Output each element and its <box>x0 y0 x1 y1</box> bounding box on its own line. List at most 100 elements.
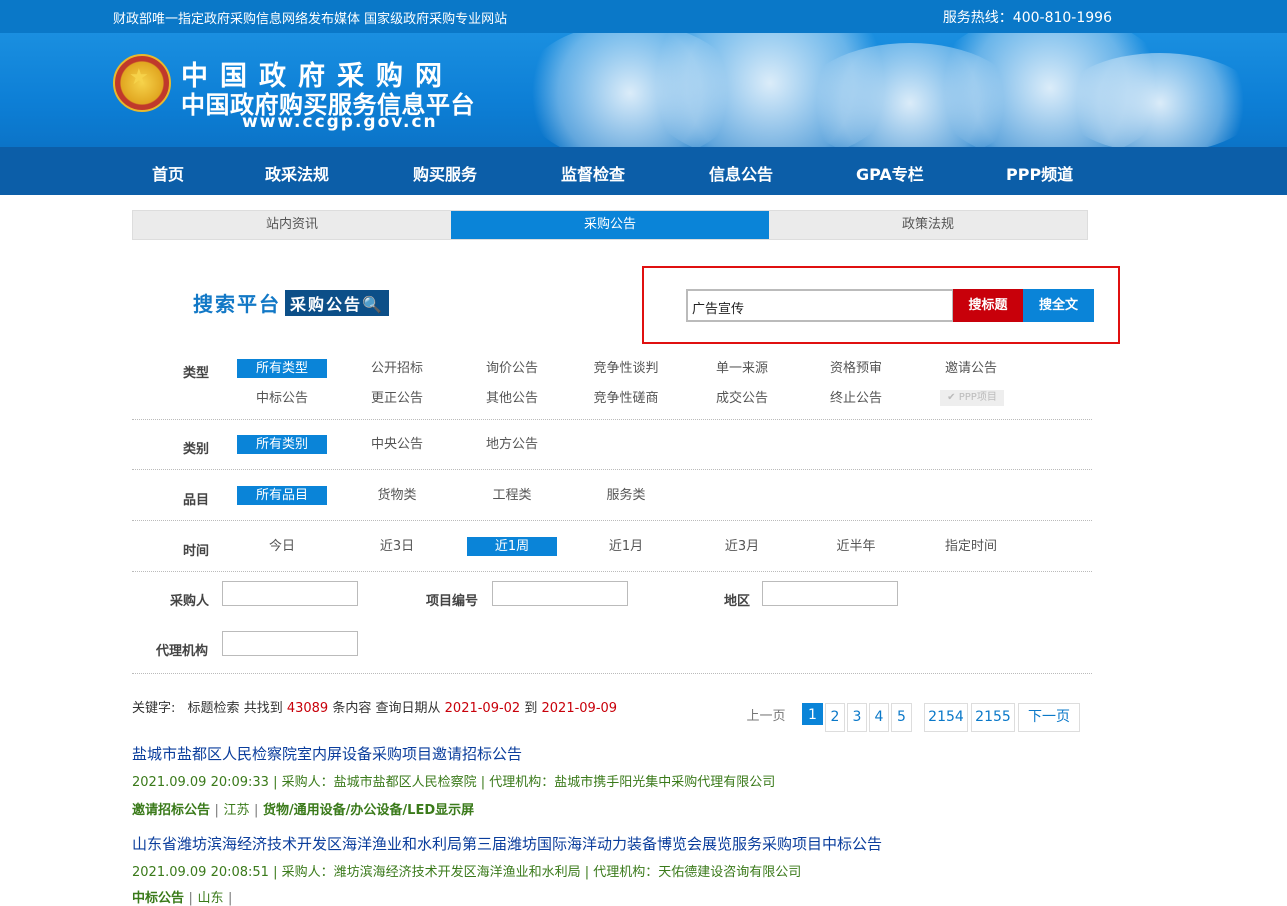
result-title-link[interactable]: 山东省潍坊滨海经济技术开发区海洋渔业和水利局第三届潍坊国际海洋动力装备博览会展览… <box>132 833 882 854</box>
agency-label: 代理机构 <box>156 644 209 659</box>
keyword-label: 关键字: <box>132 701 176 716</box>
date-from: 2021-09-02 <box>444 701 521 716</box>
filter-category-label: 类别 <box>183 442 210 457</box>
result-meta: 2021.09.09 20:08:51 | 采购人：潍坊滨海经济技术开发区海洋渔… <box>132 865 802 880</box>
date-to: 2021-09-09 <box>541 701 618 716</box>
filter-type-ppp-checkbox[interactable]: ✔ PPP项目 <box>940 390 1004 406</box>
search-mode: 标题检索 <box>187 701 240 716</box>
filter-time-1week[interactable]: 近1周 <box>467 537 557 556</box>
buyer-label: 采购人 <box>170 594 210 609</box>
tab-site-news[interactable]: 站内资讯 <box>133 211 451 239</box>
search-input[interactable]: 广告宣传 <box>686 289 954 322</box>
site-slogan: 财政部唯一指定政府采购信息网络发布媒体 国家级政府采购专业网站 <box>113 12 508 27</box>
next-page-button[interactable]: 下一页 <box>1018 703 1080 732</box>
filter-item-services[interactable]: 服务类 <box>581 486 671 505</box>
filter-type-prequalification[interactable]: 资格预审 <box>811 359 901 378</box>
prev-page-button[interactable]: 上一页 <box>738 703 794 732</box>
tab-policies[interactable]: 政策法规 <box>769 211 1087 239</box>
found-prefix: 共找到 <box>243 701 283 716</box>
top-bar: 财政部唯一指定政府采购信息网络发布媒体 国家级政府采购专业网站 服务热线：400… <box>0 0 1287 33</box>
search-scope-tabs: 站内资讯 采购公告 政策法规 <box>132 210 1088 240</box>
page-button[interactable]: 2154 <box>924 703 968 732</box>
page-button[interactable]: 5 <box>891 703 912 732</box>
agency-input[interactable] <box>222 631 358 656</box>
filter-type-termination[interactable]: 终止公告 <box>811 389 901 408</box>
header-banner: ★ 中国政府采购网 中国政府购买服务信息平台 www.ccgp.gov.cn <box>0 33 1287 147</box>
filter-time-today[interactable]: 今日 <box>237 537 327 556</box>
nav-item-regulations[interactable]: 政采法规 <box>265 161 329 185</box>
filter-category-central[interactable]: 中央公告 <box>352 435 442 454</box>
filter-type-correction[interactable]: 更正公告 <box>352 389 442 408</box>
filter-type-label: 类型 <box>183 366 210 381</box>
national-emblem-icon: ★ <box>113 54 171 112</box>
filter-type-other[interactable]: 其他公告 <box>467 389 557 408</box>
logo-url: www.ccgp.gov.cn <box>242 112 438 132</box>
filter-item-label: 品目 <box>183 493 210 508</box>
search-title-button[interactable]: 搜标题 <box>953 289 1023 322</box>
filter-time-1month[interactable]: 近1月 <box>581 537 671 556</box>
tab-procurement-notices[interactable]: 采购公告 <box>451 211 769 239</box>
filter-type-inquiry[interactable]: 询价公告 <box>467 359 557 378</box>
filter-type-single-source[interactable]: 单一来源 <box>697 359 787 378</box>
date-to-label: 到 <box>524 701 538 716</box>
search-stats: 关键字: 标题检索 共找到 43089 条内容 查询日期从 2021-09-02… <box>132 697 617 716</box>
result-tags: 邀请招标公告 | 江苏 | 货物/通用设备/办公设备/LED显示屏 <box>132 803 475 818</box>
project-number-label: 项目编号 <box>426 594 479 609</box>
date-prefix: 查询日期从 <box>375 701 441 716</box>
page-button[interactable]: 1 <box>802 703 823 725</box>
result-region-tag: 山东 <box>197 891 224 906</box>
filter-type-invitation[interactable]: 邀请公告 <box>926 359 1016 378</box>
magnifier-icon: 🔍 <box>362 294 384 314</box>
service-hotline: 服务热线：400-810-1996 <box>942 10 1112 26</box>
filter-time-custom[interactable]: 指定时间 <box>926 537 1016 556</box>
filter-item-all[interactable]: 所有品目 <box>237 486 327 505</box>
main-nav: 首页 政采法规 购买服务 监督检查 信息公告 GPA专栏 PPP频道 <box>0 147 1287 195</box>
filter-divider <box>132 520 1092 521</box>
search-platform-title: 搜索平台 <box>193 292 281 316</box>
filter-type-competitive-negotiation[interactable]: 竞争性谈判 <box>581 359 671 378</box>
filter-type-all[interactable]: 所有类型 <box>237 359 327 378</box>
filter-type-competitive-consultation[interactable]: 竞争性磋商 <box>581 389 671 408</box>
nav-item-ppp[interactable]: PPP频道 <box>1006 161 1073 185</box>
region-label: 地区 <box>724 594 751 609</box>
result-count: 43089 <box>286 701 329 716</box>
filter-type-open-tender[interactable]: 公开招标 <box>352 359 442 378</box>
result-tags: 中标公告 | 山东 | <box>132 891 233 906</box>
nav-item-purchase-service[interactable]: 购买服务 <box>413 161 477 185</box>
region-input[interactable] <box>762 581 898 606</box>
result-type-tag: 中标公告 <box>132 891 185 906</box>
search-fulltext-button[interactable]: 搜全文 <box>1023 289 1094 322</box>
filter-time-half-year[interactable]: 近半年 <box>811 537 901 556</box>
found-suffix: 条内容 <box>332 701 372 716</box>
filter-category-local[interactable]: 地方公告 <box>467 435 557 454</box>
filter-item-goods[interactable]: 货物类 <box>352 486 442 505</box>
filter-item-engineering[interactable]: 工程类 <box>467 486 557 505</box>
filter-type-deal[interactable]: 成交公告 <box>697 389 787 408</box>
search-platform-badge: 采购公告🔍 <box>285 289 389 316</box>
filter-divider <box>132 419 1092 420</box>
page-button[interactable]: 2155 <box>971 703 1015 732</box>
page-button[interactable]: 4 <box>869 703 889 732</box>
nav-item-announcements[interactable]: 信息公告 <box>709 161 773 185</box>
page-button[interactable]: 2 <box>825 703 845 732</box>
nav-item-home[interactable]: 首页 <box>152 161 184 185</box>
result-region-tag: 江苏 <box>223 803 250 818</box>
search-platform-logo: 搜索平台 采购公告🔍 <box>193 288 389 317</box>
project-number-input[interactable] <box>492 581 628 606</box>
filter-category-all[interactable]: 所有类别 <box>237 435 327 454</box>
nav-item-supervision[interactable]: 监督检查 <box>561 161 625 185</box>
filter-divider <box>132 469 1092 470</box>
filter-time-3days[interactable]: 近3日 <box>352 537 442 556</box>
nav-item-gpa[interactable]: GPA专栏 <box>856 161 924 185</box>
filter-time-label: 时间 <box>183 544 210 559</box>
search-highlight-box: 广告宣传 搜标题 搜全文 <box>642 266 1120 344</box>
filter-type-award[interactable]: 中标公告 <box>237 389 327 408</box>
filter-time-3months[interactable]: 近3月 <box>697 537 787 556</box>
page-button[interactable]: 3 <box>847 703 867 732</box>
filter-divider <box>132 571 1092 572</box>
result-title-link[interactable]: 盐城市盐都区人民检察院室内屏设备采购项目邀请招标公告 <box>132 743 522 764</box>
buyer-input[interactable] <box>222 581 358 606</box>
filter-divider <box>132 673 1092 674</box>
result-meta: 2021.09.09 20:09:33 | 采购人：盐城市盐都区人民检察院 | … <box>132 775 776 790</box>
result-type-tag: 邀请招标公告 <box>132 803 211 818</box>
